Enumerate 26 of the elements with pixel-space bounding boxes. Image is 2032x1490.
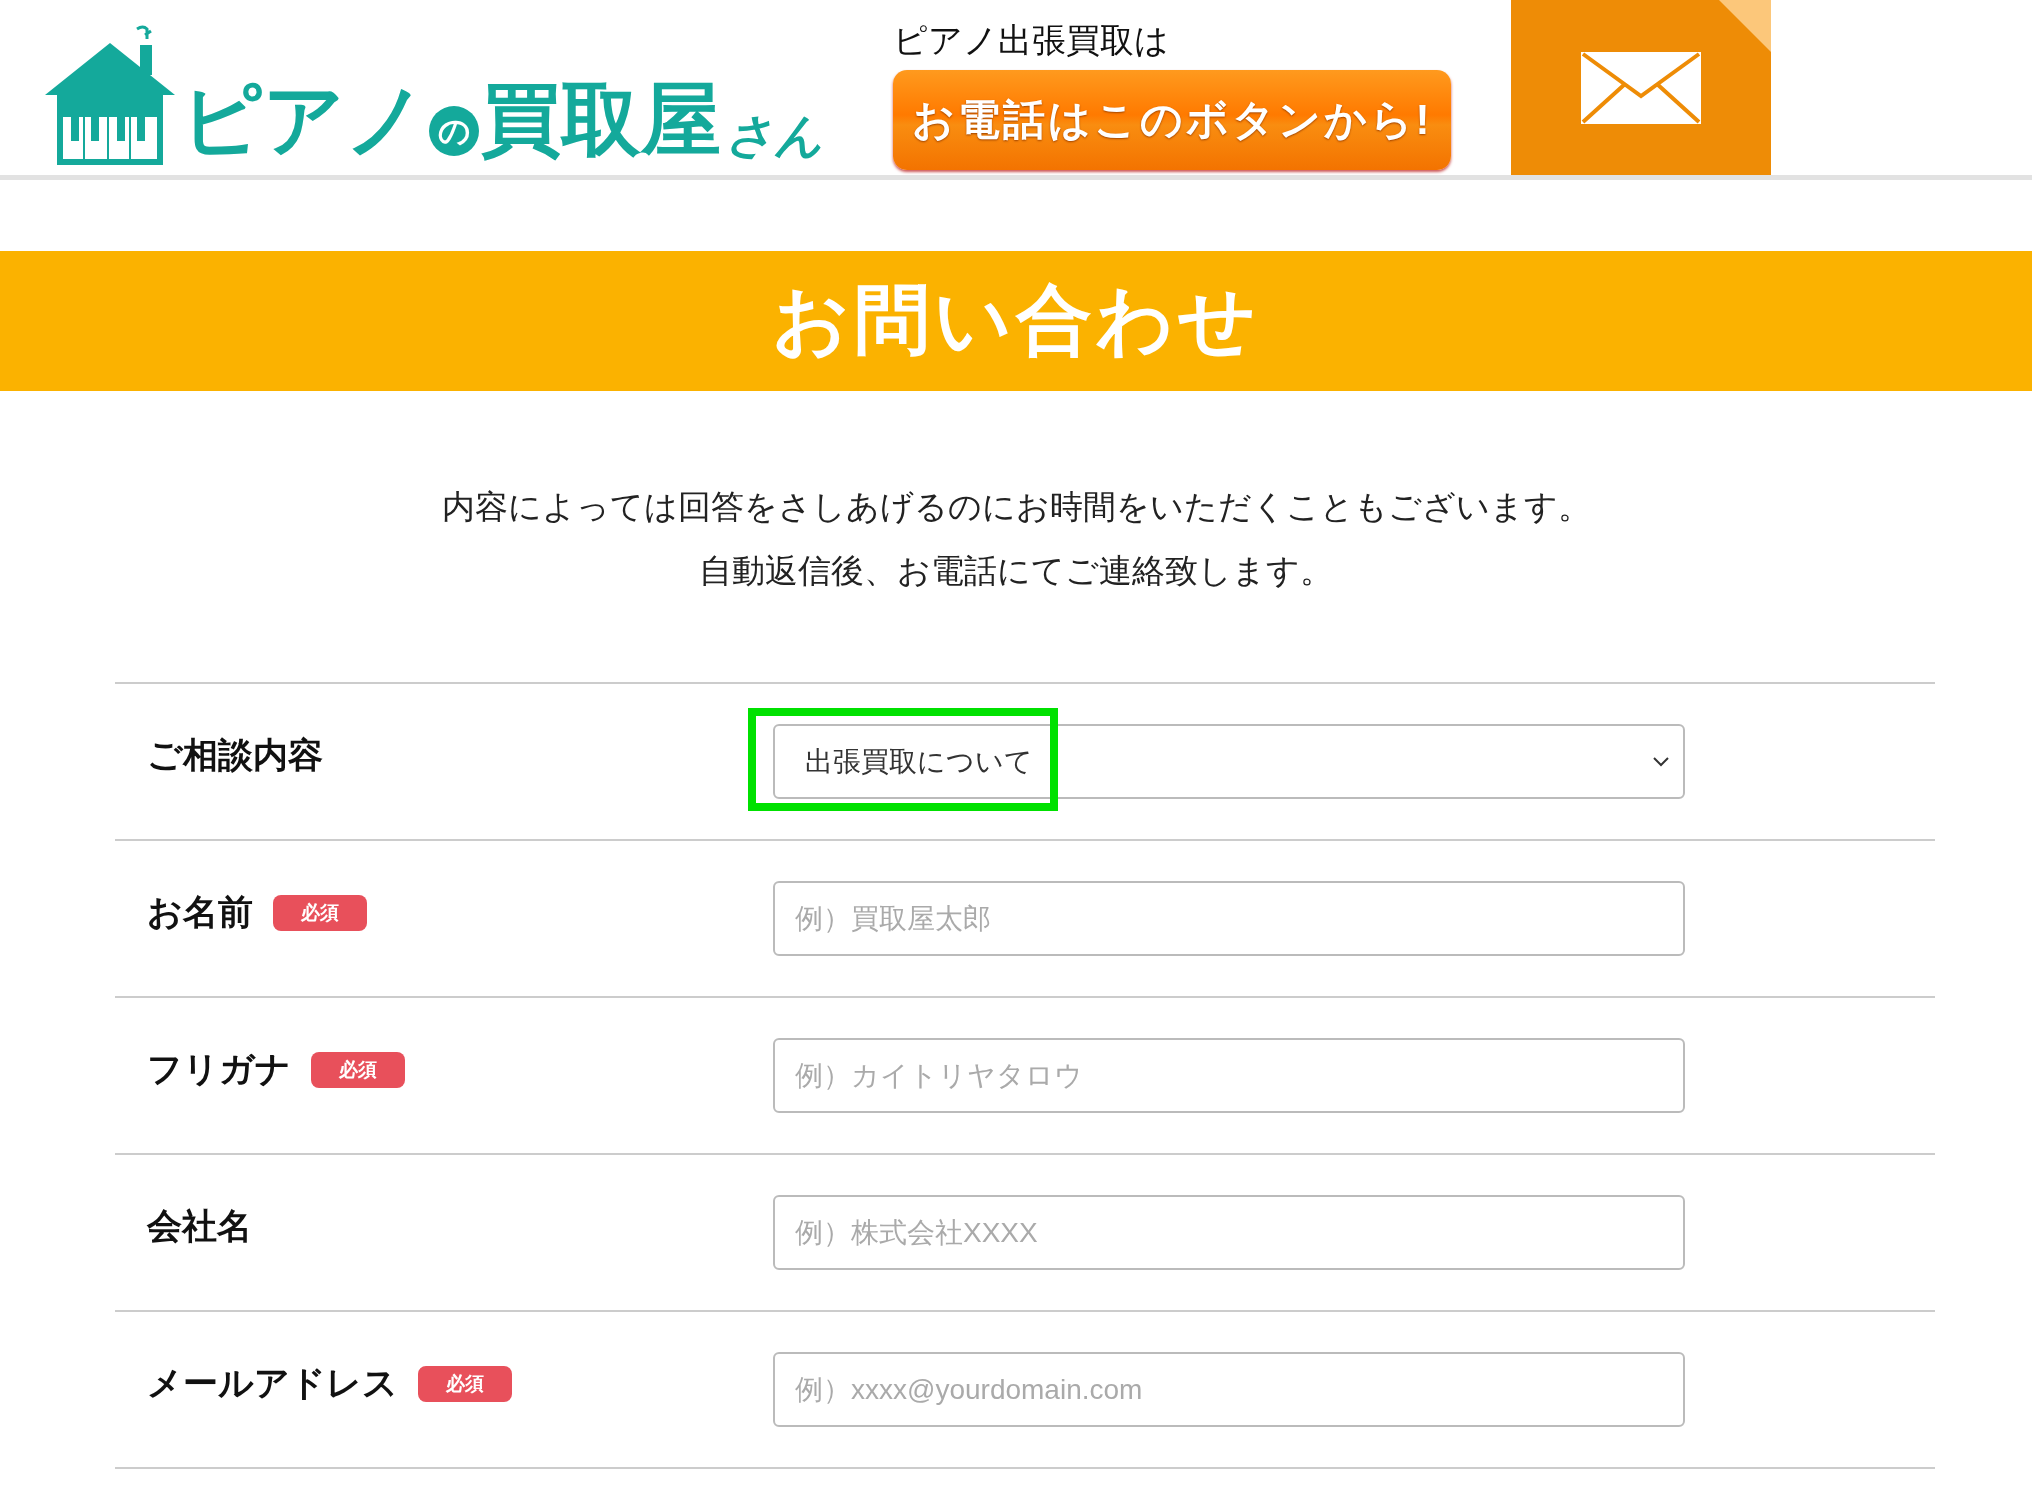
required-badge: 必須 <box>311 1051 405 1088</box>
intro-text: 内容によっては回答をさしあげるのにお時間をいただくこともございます。 <box>441 487 1591 527</box>
mail-button[interactable] <box>1511 0 1771 175</box>
logo-text: 買取屋 <box>481 80 721 160</box>
logo-text: ピアノ <box>181 80 427 160</box>
field-label: お名前 <box>147 891 253 933</box>
required-badge: 必須 <box>273 894 367 931</box>
chevron-down-icon <box>1653 756 1669 767</box>
intro-text: 自動返信後、お電話にてご連絡致します。 <box>699 551 1333 591</box>
page-title: お問い合わせ <box>772 275 1260 364</box>
input-field[interactable]: 例）買取屋太郎 <box>773 881 1685 956</box>
logo-text: さん <box>725 112 823 160</box>
field-label: 会社名 <box>147 1205 252 1247</box>
select-field[interactable]: 出張買取について <box>773 724 1685 799</box>
envelope-icon <box>1579 49 1703 126</box>
field-label: メールアドレス <box>147 1362 398 1404</box>
corner-fold-icon <box>1719 0 1771 52</box>
phone-caption: ピアノ出張買取は <box>893 20 1170 61</box>
input-field[interactable]: 例）株式会社XXXX <box>773 1195 1685 1270</box>
field-label: ご相談内容 <box>147 734 323 776</box>
input-field[interactable]: 例）カイトリヤタロウ <box>773 1038 1685 1113</box>
field-label: フリガナ <box>147 1048 291 1090</box>
input-field[interactable]: 例）xxxx@yourdomain.com <box>773 1352 1685 1427</box>
house-icon <box>45 25 175 165</box>
logo-text: の <box>429 106 479 156</box>
required-badge: 必須 <box>418 1365 512 1402</box>
